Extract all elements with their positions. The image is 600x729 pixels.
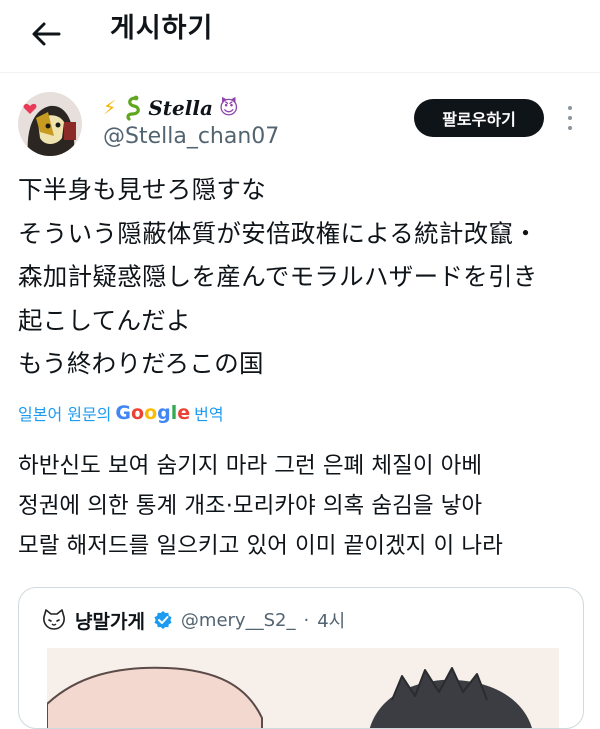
quoted-author-name: 냥말가게 (75, 610, 145, 633)
more-dot (568, 106, 572, 110)
verified-badge-icon (154, 611, 172, 629)
google-translation-link[interactable]: 일본어 원문의 Google 번역 (18, 399, 224, 427)
quoted-separator: · (303, 609, 310, 631)
back-button[interactable] (24, 12, 68, 56)
translation-prefix: 일본어 원문의 (18, 405, 112, 424)
tweet-line: 森加計疑惑隠しを産んでモラルハザードを引き (18, 262, 538, 291)
quoted-author-handle: @mery__S2_ (180, 609, 296, 631)
tweet-line: もう終わりだろこの国 (18, 349, 264, 378)
more-dot (568, 116, 572, 120)
follow-button[interactable]: 팔로우하기 (414, 99, 544, 137)
header-divider (0, 72, 600, 73)
cat-face-icon (43, 609, 65, 630)
more-options-button[interactable] (560, 104, 580, 132)
author-name-row[interactable]: ⚡ Stella 😈 (103, 92, 239, 124)
translated-line: 하반신도 보여 숨기지 마라 그런 은폐 체질이 아베 (18, 453, 483, 479)
avatar[interactable] (18, 92, 82, 156)
translated-line: 정권에 의한 통계 개조·모리카야 의혹 숨김을 낳아 (18, 493, 483, 519)
lightning-emoji: ⚡ (103, 97, 117, 119)
more-dot (568, 126, 572, 130)
arrow-left-icon (32, 22, 61, 46)
avatar-image (18, 92, 82, 156)
quoted-time: 4시 (317, 611, 346, 632)
page-title: 게시하기 (110, 13, 214, 44)
tweet-line: そういう隠蔽体質が安倍政権による統計改竄・ (18, 218, 539, 248)
translation-suffix: 번역 (194, 405, 224, 424)
tweet-translated-text: 하반신도 보여 숨기지 마라 그런 은폐 체질이 아베 정권에 의한 통계 개조… (18, 446, 593, 566)
author-handle[interactable]: @Stella_chan07 (103, 124, 279, 150)
quoted-tweet-image[interactable] (46, 648, 559, 728)
google-logo: Google (115, 402, 191, 424)
tweet-line: 下半身も見せろ隠すな (18, 175, 266, 204)
top-bar: 게시하기 (0, 0, 600, 72)
tweet-line: 起こしてんだよ (18, 305, 191, 335)
quoted-image-drawing (46, 648, 559, 728)
snake-icon (126, 95, 141, 121)
devil-emoji: 😈 (218, 97, 239, 119)
quoted-tweet-card[interactable]: 냥말가게 @mery__S2_ · 4시 (18, 587, 584, 729)
tweet-original-text: 下半身も見せろ隠すな そういう隠蔽体質が安倍政権による統計改竄・ 森加計疑惑隠し… (18, 168, 593, 386)
author-display-name: Stella (148, 96, 213, 120)
quoted-tweet-header: 냥말가게 @mery__S2_ · 4시 (41, 606, 345, 634)
translated-line: 모랄 해저드를 일으키고 있어 이미 끝이겠지 이 나라 (18, 533, 503, 559)
